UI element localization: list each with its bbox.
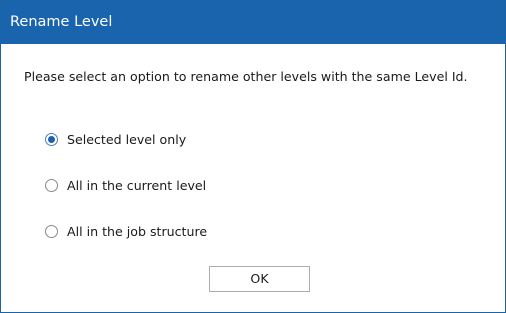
radio-button-unselected[interactable]	[45, 179, 58, 192]
prompt-text: Please select an option to rename other …	[24, 69, 468, 84]
option-label[interactable]: All in the current level	[67, 176, 206, 196]
option-label[interactable]: Selected level only	[67, 130, 186, 150]
ok-button[interactable]: OK	[209, 266, 310, 292]
radio-button-selected[interactable]	[45, 133, 58, 146]
option-label[interactable]: All in the job structure	[67, 222, 207, 242]
rename-level-dialog: Rename Level Please select an option to …	[0, 0, 506, 313]
dialog-title: Rename Level	[10, 14, 113, 30]
radio-button-unselected[interactable]	[45, 225, 58, 238]
title-bar[interactable]: Rename Level	[1, 1, 505, 44]
